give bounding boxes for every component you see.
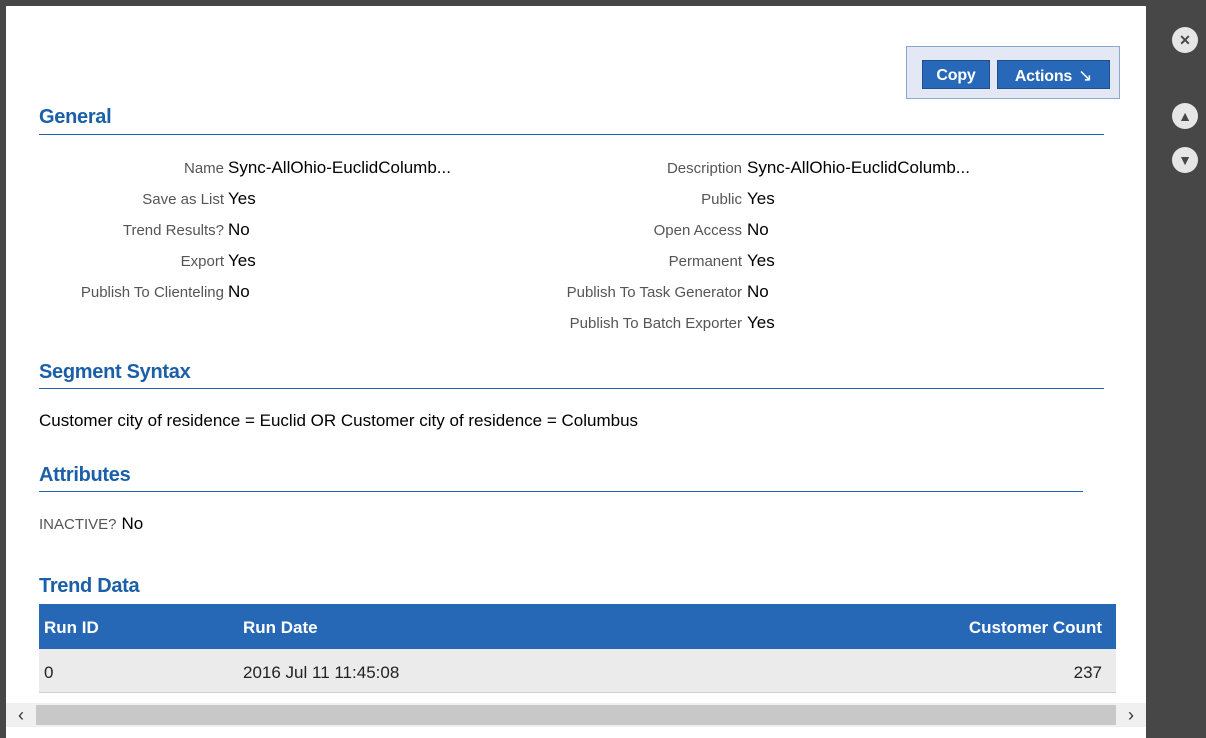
inactive-row: INACTIVE? No [39, 514, 143, 534]
trend-data-title: Trend Data [39, 575, 140, 597]
export-label: Export [180, 253, 224, 270]
publish-task-generator-value: No [747, 282, 769, 301]
publish-batch-exporter-label: Publish To Batch Exporter [569, 315, 742, 332]
toolbar: Copy Actions ↘ [906, 46, 1120, 99]
segment-syntax-title: Segment Syntax [39, 361, 191, 383]
permanent-value: Yes [747, 251, 775, 270]
close-icon[interactable]: ✕ [1172, 27, 1198, 53]
table-row[interactable]: 0 2016 Jul 11 11:45:08 237 [39, 649, 1116, 693]
publish-task-generator-label: Publish To Task Generator [566, 284, 742, 301]
publish-clienteling-label: Publish To Clienteling [80, 284, 224, 301]
cell-run-id: 0 [44, 663, 54, 682]
public-label: Public [701, 191, 742, 208]
open-access-value: No [747, 220, 769, 239]
trend-results-value: No [228, 220, 250, 239]
arrow-down-right-icon: ↘ [1078, 66, 1093, 85]
actions-label: Actions [1014, 68, 1073, 85]
detail-panel: Copy Actions ↘ General Name Sync-AllOhio-… [6, 6, 1146, 738]
cell-customer-count: 237 [1073, 663, 1102, 682]
general-rule [39, 134, 1104, 135]
scroll-left-icon[interactable]: ‹ [18, 705, 24, 726]
table-header: Run ID Run Date Customer Count [39, 604, 1116, 649]
panel-content: Copy Actions ↘ General Name Sync-AllOhio-… [6, 6, 1146, 701]
trend-results-label: Trend Results? [122, 222, 224, 239]
public-value: Yes [747, 189, 775, 208]
permanent-label: Permanent [668, 253, 742, 270]
open-access-label: Open Access [653, 222, 742, 239]
up-icon[interactable]: ▲ [1172, 103, 1198, 129]
attributes-rule [39, 491, 1083, 492]
cell-run-date: 2016 Jul 11 11:45:08 [243, 663, 400, 682]
copy-button[interactable]: Copy [922, 60, 990, 89]
scroll-right-icon[interactable]: › [1128, 705, 1134, 726]
header-run-id[interactable]: Run ID [44, 618, 99, 638]
description-value: Sync-AllOhio-EuclidColumb... [747, 158, 970, 177]
export-value: Yes [228, 251, 256, 270]
general-title: General [39, 106, 112, 128]
save-as-list-value: Yes [228, 189, 256, 208]
down-icon[interactable]: ▼ [1172, 147, 1198, 173]
actions-button[interactable]: Actions ↘ [997, 60, 1110, 89]
header-customer-count[interactable]: Customer Count [969, 618, 1102, 638]
name-label: Name [183, 160, 224, 177]
save-as-list-label: Save as List [142, 191, 224, 208]
trend-table: Run ID Run Date Customer Count 0 2016 Ju… [39, 604, 1116, 693]
header-run-date[interactable]: Run Date [243, 618, 318, 638]
scrollbar-thumb[interactable] [36, 705, 1116, 725]
inactive-label: INACTIVE? [39, 516, 117, 533]
name-value: Sync-AllOhio-EuclidColumb... [228, 158, 451, 177]
publish-batch-exporter-value: Yes [747, 313, 775, 332]
description-label: Description [666, 160, 742, 177]
segment-syntax-text: Customer city of residence = Euclid OR C… [39, 411, 639, 430]
segment-rule [39, 388, 1104, 389]
attributes-title: Attributes [39, 464, 131, 486]
publish-clienteling-value: No [228, 282, 250, 301]
horizontal-scrollbar[interactable]: ‹ › [6, 703, 1146, 727]
inactive-value: No [121, 514, 144, 533]
